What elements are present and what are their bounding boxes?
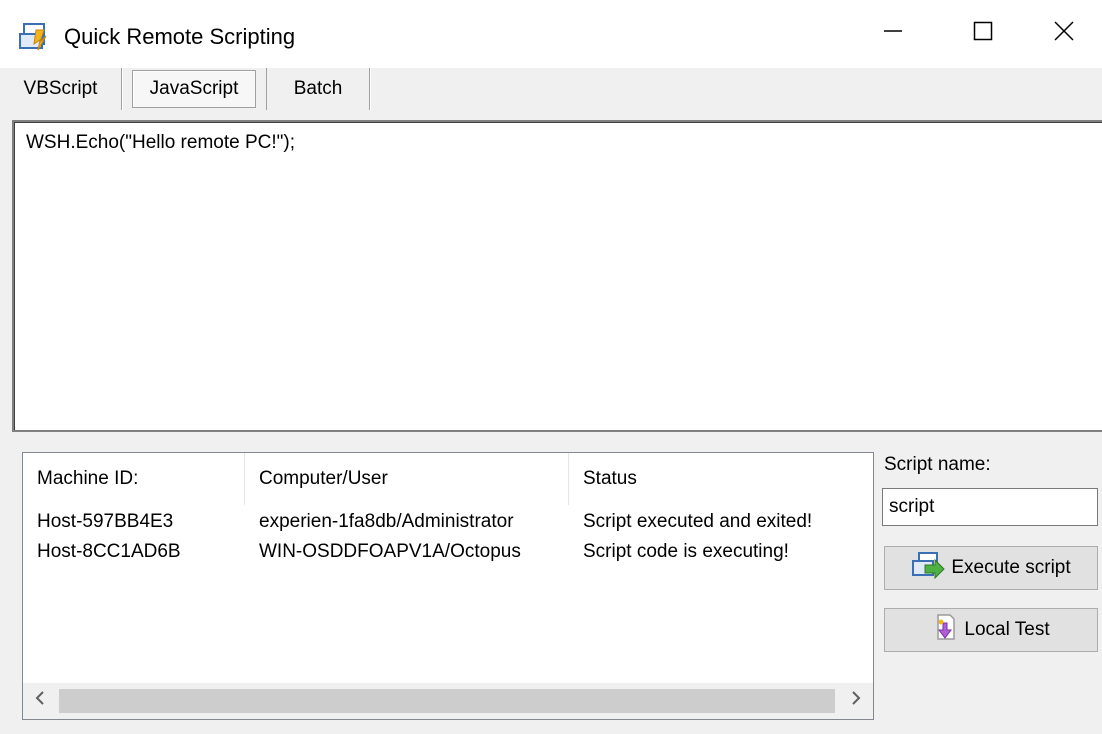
minimize-icon (882, 20, 904, 48)
script-app-icon (18, 22, 50, 52)
maximize-button[interactable] (938, 0, 1028, 68)
local-test-label: Local Test (964, 619, 1050, 640)
script-name-input[interactable] (882, 488, 1098, 526)
title-bar[interactable]: Quick Remote Scripting (0, 0, 1102, 68)
table-row[interactable]: Host-8CC1AD6B WIN-OSDDFOAPV1A/Octopus Sc… (23, 537, 873, 567)
language-tabs: VBScript JavaScript Batch (0, 68, 1102, 110)
script-name-label: Script name: (884, 454, 991, 475)
local-test-icon (932, 613, 958, 647)
horizontal-scrollbar[interactable] (23, 683, 873, 719)
local-test-button[interactable]: Local Test (884, 608, 1098, 652)
list-header: Machine ID: Computer/User Status (23, 453, 873, 505)
computer-user-cell: WIN-OSDDFOAPV1A/Octopus (259, 541, 521, 562)
quick-remote-scripting-window: Quick Remote Scripting VBScript JavaScri… (0, 0, 1102, 734)
maximize-icon (972, 20, 994, 48)
tab-javascript[interactable]: JavaScript (132, 70, 256, 108)
window-title: Quick Remote Scripting (64, 24, 296, 49)
execute-script-label: Execute script (951, 557, 1071, 578)
column-machine-id[interactable]: Machine ID: (23, 453, 245, 505)
script-editor[interactable]: WSH.Echo("Hello remote PC!"); (12, 120, 1102, 432)
status-cell: Script executed and exited! (583, 511, 813, 532)
scroll-right-button[interactable] (839, 683, 873, 719)
machine-id-cell: Host-8CC1AD6B (37, 541, 181, 562)
machine-list[interactable]: Machine ID: Computer/User Status Host-59… (22, 452, 874, 720)
machine-id-cell: Host-597BB4E3 (37, 511, 174, 532)
tab-vbscript[interactable]: VBScript (0, 68, 122, 110)
chevron-right-icon (850, 690, 862, 712)
scrollbar-thumb[interactable] (59, 689, 835, 713)
scroll-left-button[interactable] (23, 683, 57, 719)
tab-batch[interactable]: Batch (266, 68, 370, 110)
chevron-left-icon (34, 690, 46, 712)
minimize-button[interactable] (848, 0, 938, 68)
column-status[interactable]: Status (569, 453, 873, 505)
execute-script-icon (911, 551, 946, 585)
computer-user-cell: experien-1fa8db/Administrator (259, 511, 514, 532)
execute-script-button[interactable]: Execute script (884, 546, 1098, 590)
close-button[interactable] (1026, 0, 1102, 68)
table-row[interactable]: Host-597BB4E3 experien-1fa8db/Administra… (23, 507, 873, 537)
close-icon (1053, 20, 1075, 48)
status-cell: Script code is executing! (583, 541, 789, 562)
column-computer-user[interactable]: Computer/User (245, 453, 569, 505)
